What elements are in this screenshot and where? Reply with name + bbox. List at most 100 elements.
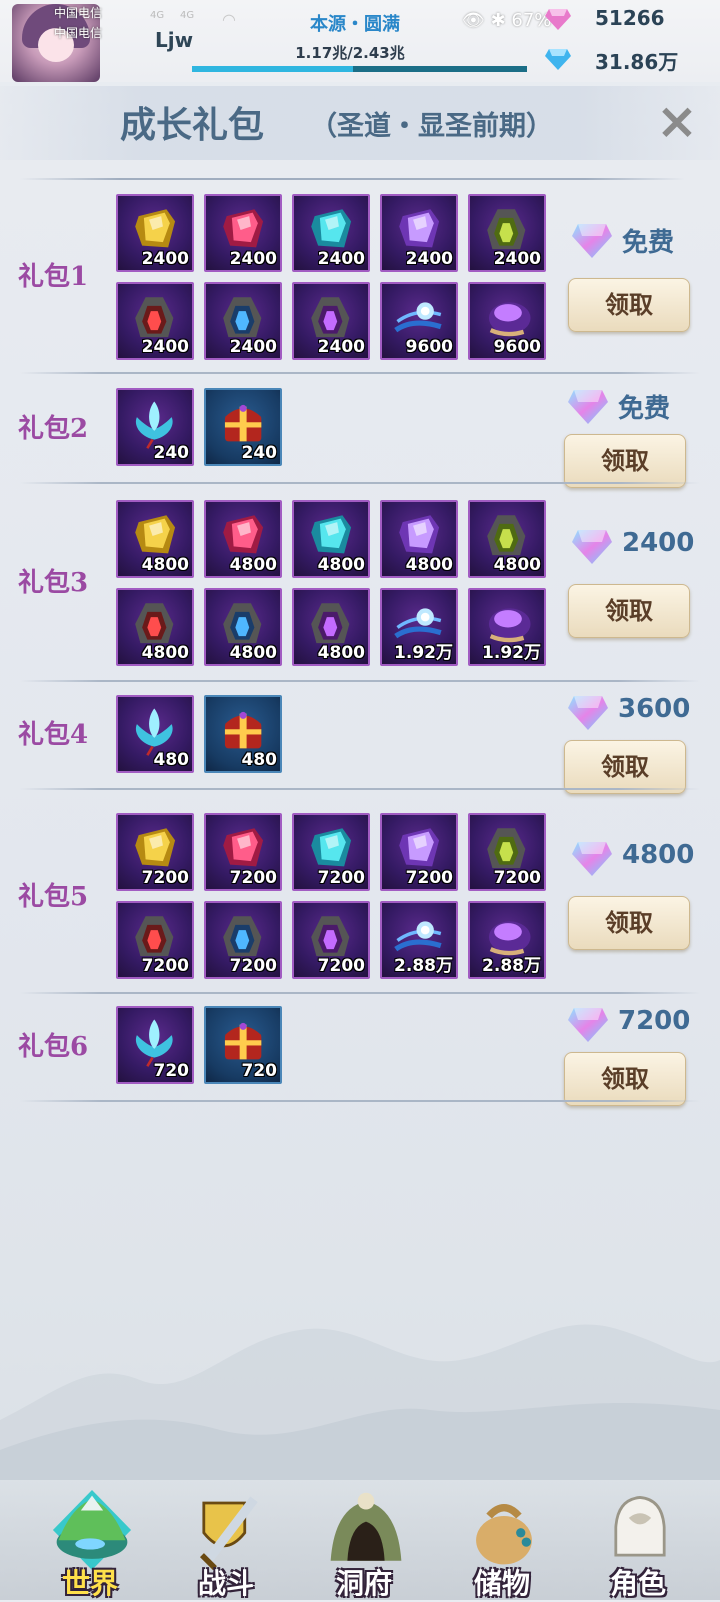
nav-tab-1[interactable]: 世界 [30, 1482, 150, 1600]
close-icon[interactable]: × [652, 96, 702, 146]
reward-item-purple-gourd[interactable]: 2.88万 [468, 901, 546, 979]
item-quantity: 7200 [317, 868, 365, 888]
reward-item-spirit-light[interactable]: 9600 [380, 282, 458, 360]
nav-label: 世界 [61, 1567, 118, 1600]
currency-amount-2: 31.86万 [595, 50, 679, 74]
cultivation-progress-bar [192, 66, 527, 72]
reward-item-cyan-crystal[interactable]: 4800 [292, 500, 370, 578]
package-price: 7200 [618, 1006, 691, 1036]
reward-item-blue-ore[interactable]: 4800 [204, 588, 282, 666]
dialog-subtitle: （圣道・显圣前期） [310, 111, 553, 142]
reward-item-green-ore[interactable]: 7200 [468, 813, 546, 891]
item-quantity: 7200 [141, 956, 189, 976]
reward-item-blue-ore[interactable]: 7200 [204, 901, 282, 979]
nav-label: 储物 [473, 1567, 530, 1600]
cultivation-progress-text: 1.17兆/2.43兆 [295, 44, 405, 62]
item-quantity: 720 [153, 1061, 190, 1081]
reward-item-cyan-crystal[interactable]: 7200 [292, 813, 370, 891]
package-price: 免费 [618, 394, 671, 424]
reward-item-treasure-chest[interactable]: 240 [204, 388, 282, 466]
claim-button[interactable]: 领取 [564, 434, 686, 488]
claim-button[interactable]: 领取 [568, 278, 690, 332]
item-quantity: 1.92万 [482, 643, 541, 663]
item-quantity: 4800 [229, 555, 277, 575]
reward-item-lotus[interactable]: 720 [116, 1006, 194, 1084]
nav-tab-3[interactable]: 洞府 [304, 1482, 424, 1600]
reward-item-treasure-chest[interactable]: 480 [204, 695, 282, 773]
cave-icon [330, 1492, 402, 1561]
carrier-label-1: 中国电信 [54, 6, 103, 20]
reward-item-violet-crystal[interactable]: 7200 [380, 813, 458, 891]
nav-label: 角色 [609, 1567, 666, 1600]
reward-item-purple-gourd[interactable]: 9600 [468, 282, 546, 360]
nav-tab-5[interactable]: 角色 [578, 1482, 698, 1600]
item-quantity: 240 [241, 443, 278, 463]
reward-item-cyan-crystal[interactable]: 2400 [292, 194, 370, 272]
nav-tab-4[interactable]: 储物 [442, 1482, 562, 1600]
reward-item-lotus[interactable]: 240 [116, 388, 194, 466]
signal-icon-2: 4G [180, 10, 195, 21]
reward-item-red-ore[interactable]: 4800 [116, 588, 194, 666]
item-quantity: 7200 [493, 868, 541, 888]
reward-item-purple-ore[interactable]: 4800 [292, 588, 370, 666]
top-bar: 中国电信 中国电信 4G 4G ◠ Ljw 本源・圆满 1.17兆/2.43兆 … [0, 0, 720, 82]
price-gem-icon [572, 220, 612, 262]
wifi-icon: ◠ [222, 10, 236, 29]
item-quantity: 2400 [317, 337, 365, 357]
price-gem-icon [568, 692, 608, 734]
item-quantity: 2400 [229, 337, 277, 357]
reward-item-purple-ore[interactable]: 7200 [292, 901, 370, 979]
signal-icon: 4G [150, 10, 165, 21]
package-divider [20, 1100, 700, 1102]
package-price: 2400 [622, 528, 695, 558]
reward-item-red-crystal[interactable]: 7200 [204, 813, 282, 891]
item-quantity: 7200 [405, 868, 453, 888]
item-quantity: 7200 [229, 868, 277, 888]
claim-button[interactable]: 领取 [564, 740, 686, 794]
nav-tab-2[interactable]: 战斗 [166, 1482, 286, 1600]
item-quantity: 2400 [317, 249, 365, 269]
reward-item-green-ore[interactable]: 4800 [468, 500, 546, 578]
item-quantity: 9600 [493, 337, 541, 357]
reward-item-spirit-light[interactable]: 1.92万 [380, 588, 458, 666]
reward-item-green-ore[interactable]: 2400 [468, 194, 546, 272]
reward-item-violet-crystal[interactable]: 4800 [380, 500, 458, 578]
item-quantity: 4800 [229, 643, 277, 663]
claim-button[interactable]: 领取 [568, 584, 690, 638]
item-quantity: 4800 [317, 643, 365, 663]
reward-item-gold-crystal[interactable]: 4800 [116, 500, 194, 578]
reward-item-blue-ore[interactable]: 2400 [204, 282, 282, 360]
reward-item-spirit-light[interactable]: 2.88万 [380, 901, 458, 979]
reward-item-purple-gourd[interactable]: 1.92万 [468, 588, 546, 666]
realm-label: 本源・圆满 [310, 14, 400, 35]
reward-item-red-ore[interactable]: 2400 [116, 282, 194, 360]
item-quantity: 1.92万 [394, 643, 453, 663]
reward-item-gold-crystal[interactable]: 2400 [116, 194, 194, 272]
reward-item-violet-crystal[interactable]: 2400 [380, 194, 458, 272]
item-quantity: 480 [153, 750, 190, 770]
package-label: 礼包6 [18, 1032, 89, 1062]
reward-item-red-crystal[interactable]: 2400 [204, 194, 282, 272]
item-quantity: 240 [153, 443, 190, 463]
claim-button[interactable]: 领取 [564, 1052, 686, 1106]
package-price: 免费 [622, 228, 675, 258]
item-quantity: 4800 [141, 555, 189, 575]
claim-button[interactable]: 领取 [568, 896, 690, 950]
item-quantity: 480 [241, 750, 278, 770]
mountain-backdrop [0, 1324, 720, 1480]
package-label: 礼包1 [18, 262, 89, 292]
item-quantity: 2400 [493, 249, 541, 269]
reward-item-treasure-chest[interactable]: 720 [204, 1006, 282, 1084]
package-divider [20, 788, 700, 790]
reward-item-purple-ore[interactable]: 2400 [292, 282, 370, 360]
package-divider [20, 372, 700, 374]
reward-item-red-crystal[interactable]: 4800 [204, 500, 282, 578]
reward-item-red-ore[interactable]: 7200 [116, 901, 194, 979]
package-label: 礼包4 [18, 720, 89, 750]
currency-amount-1: 51266 [595, 6, 665, 30]
price-gem-icon [568, 1004, 608, 1046]
reward-item-gold-crystal[interactable]: 7200 [116, 813, 194, 891]
spirit-stone-icon [545, 9, 571, 30]
package-price: 3600 [618, 694, 691, 724]
reward-item-lotus[interactable]: 480 [116, 695, 194, 773]
